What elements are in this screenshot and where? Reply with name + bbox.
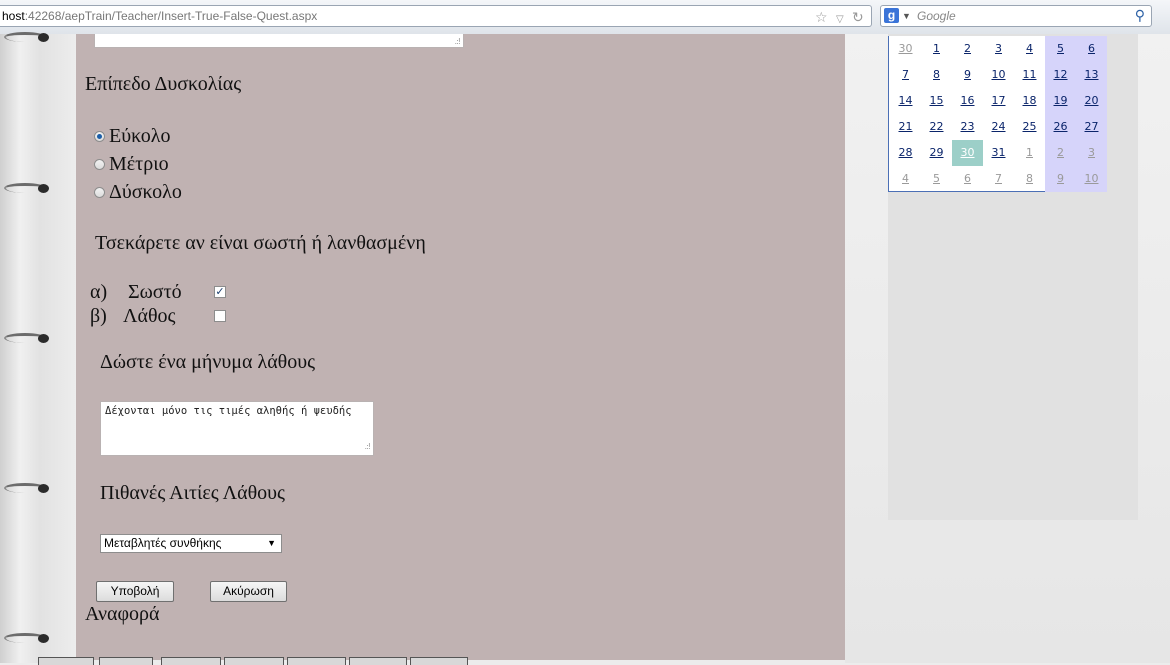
calendar-day[interactable]: 16 <box>952 88 983 114</box>
report-link[interactable]: Αναφορά <box>85 603 159 626</box>
calendar-day[interactable]: 31 <box>983 140 1014 166</box>
answer-letter: β) <box>90 305 107 327</box>
calendar-day[interactable]: 12 <box>1045 62 1076 88</box>
difficulty-medium-radio[interactable] <box>94 159 105 170</box>
url-history-dropdown-icon[interactable]: ▽ <box>836 10 844 26</box>
error-message-textarea[interactable]: Δέχονται μόνο τις τιμές αληθής ή ψευδής.… <box>100 401 374 456</box>
calendar-day[interactable]: 4 <box>1014 36 1045 62</box>
calendar-day[interactable]: 22 <box>921 114 952 140</box>
notebook-tab <box>410 657 468 665</box>
binder-ring-icon <box>4 32 49 44</box>
question-textarea[interactable]: .:! <box>94 34 464 48</box>
error-causes-label: Πιθανές Αιτίες Λάθους <box>100 482 285 504</box>
error-causes-selected: Μεταβλητές συνθήκης <box>104 536 222 550</box>
bookmark-star-icon[interactable]: ☆ <box>815 8 828 26</box>
binder-ring-icon <box>4 183 49 195</box>
answer-false-label: Λάθος <box>123 305 176 327</box>
calendar-day[interactable]: 19 <box>1045 88 1076 114</box>
calendar-day[interactable]: 3 <box>1076 140 1107 166</box>
binder-ring-icon <box>4 483 49 495</box>
url-host: host <box>2 9 25 23</box>
calendar-day[interactable]: 24 <box>983 114 1014 140</box>
truefalse-prompt: Τσεκάρετε αν είναι σωστή ή λανθασμένη <box>95 232 426 254</box>
resize-grip-icon[interactable]: .:! <box>365 439 372 454</box>
notebook-tab <box>161 657 221 665</box>
error-message-label: Δώστε ένα μήνυμα λάθους <box>100 351 316 373</box>
difficulty-hard-radio[interactable] <box>94 187 105 198</box>
calendar-day[interactable]: 6 <box>1076 36 1107 62</box>
calendar-day[interactable]: 10 <box>1076 166 1107 192</box>
notebook-tab <box>349 657 407 665</box>
main-content <box>76 34 845 660</box>
address-bar[interactable]: host:42268/aepTrain/Teacher/Insert-True-… <box>0 5 872 27</box>
answer-true-checkbox[interactable]: ✓ <box>214 286 226 298</box>
calendar-day[interactable]: 13 <box>1076 62 1107 88</box>
calendar-day[interactable]: 5 <box>1045 36 1076 62</box>
chevron-down-icon: ▼ <box>267 538 276 548</box>
calendar-day[interactable]: 6 <box>952 166 983 192</box>
calendar-day[interactable]: 3 <box>983 36 1014 62</box>
calendar-day[interactable]: 11 <box>1014 62 1045 88</box>
answer-true-label: Σωστό <box>128 281 182 303</box>
cancel-button[interactable]: Ακύρωση <box>210 581 287 602</box>
search-placeholder: Google <box>917 9 956 23</box>
calendar-day[interactable]: 9 <box>952 62 983 88</box>
notebook-tab <box>38 657 94 665</box>
search-icon[interactable]: ⚲ <box>1135 6 1145 26</box>
calendar-day[interactable]: 28 <box>890 140 921 166</box>
search-box[interactable]: g ▼ Google ⚲ <box>880 5 1152 27</box>
calendar-day[interactable]: 8 <box>1014 166 1045 192</box>
binder-ring-icon <box>4 633 49 645</box>
notebook-binding <box>0 34 76 663</box>
resize-grip-icon[interactable]: .:! <box>455 37 462 46</box>
calendar-day[interactable]: 17 <box>983 88 1014 114</box>
calendar-day[interactable]: 1 <box>1014 140 1045 166</box>
url-path: :42268/aepTrain/Teacher/Insert-True-Fals… <box>24 9 318 23</box>
difficulty-easy-label: Εύκολο <box>109 125 171 147</box>
calendar-day[interactable]: 1 <box>921 36 952 62</box>
error-causes-select[interactable]: Μεταβλητές συνθήκης ▼ <box>100 534 282 553</box>
notebook-tab <box>99 657 153 665</box>
calendar-day[interactable]: 25 <box>1014 114 1045 140</box>
calendar-day[interactable]: 29 <box>921 140 952 166</box>
browser-toolbar: host:42268/aepTrain/Teacher/Insert-True-… <box>0 0 1170 35</box>
calendar-day[interactable]: 8 <box>921 62 952 88</box>
difficulty-medium-label: Μέτριο <box>109 153 169 175</box>
binder-ring-icon <box>4 333 49 345</box>
calendar-day[interactable]: 4 <box>890 166 921 192</box>
notebook-tab <box>287 657 346 665</box>
calendar-day[interactable]: 2 <box>1045 140 1076 166</box>
difficulty-hard-label: Δύσκολο <box>109 181 182 203</box>
calendar-day[interactable]: 21 <box>890 114 921 140</box>
answer-false-checkbox[interactable] <box>214 310 226 322</box>
answer-letter: α) <box>90 281 108 303</box>
reload-icon[interactable]: ↻ <box>852 8 864 26</box>
difficulty-label: Επίπεδο Δυσκολίας <box>85 73 242 95</box>
calendar-day[interactable]: 14 <box>890 88 921 114</box>
difficulty-easy-radio[interactable] <box>94 131 105 142</box>
calendar-day[interactable]: 2 <box>952 36 983 62</box>
calendar-day[interactable]: 9 <box>1045 166 1076 192</box>
calendar-day[interactable]: 30 <box>952 140 983 166</box>
calendar-day[interactable]: 18 <box>1014 88 1045 114</box>
calendar-day[interactable]: 26 <box>1045 114 1076 140</box>
calendar-day[interactable]: 5 <box>921 166 952 192</box>
error-message-text: Δέχονται μόνο τις τιμές αληθής ή ψευδής <box>105 405 352 417</box>
calendar-day[interactable]: 27 <box>1076 114 1107 140</box>
calendar-day[interactable]: 7 <box>890 62 921 88</box>
calendar-day[interactable]: 10 <box>983 62 1014 88</box>
calendar-day[interactable]: 15 <box>921 88 952 114</box>
notebook-tab <box>224 657 284 665</box>
calendar-day[interactable]: 20 <box>1076 88 1107 114</box>
search-engine-dropdown-icon[interactable]: ▼ <box>902 6 911 26</box>
search-engine-icon[interactable]: g <box>884 8 899 23</box>
calendar-day[interactable]: 7 <box>983 166 1014 192</box>
submit-button[interactable]: Υποβολή <box>96 581 174 602</box>
calendar-day[interactable]: 23 <box>952 114 983 140</box>
calendar: 30 1 2 3 4 5 6 7 8 9 10 11 12 13 14 15 16 17 18 19 20 21 22 23 2… <box>888 36 1107 192</box>
calendar-day[interactable]: 30 <box>890 36 921 62</box>
